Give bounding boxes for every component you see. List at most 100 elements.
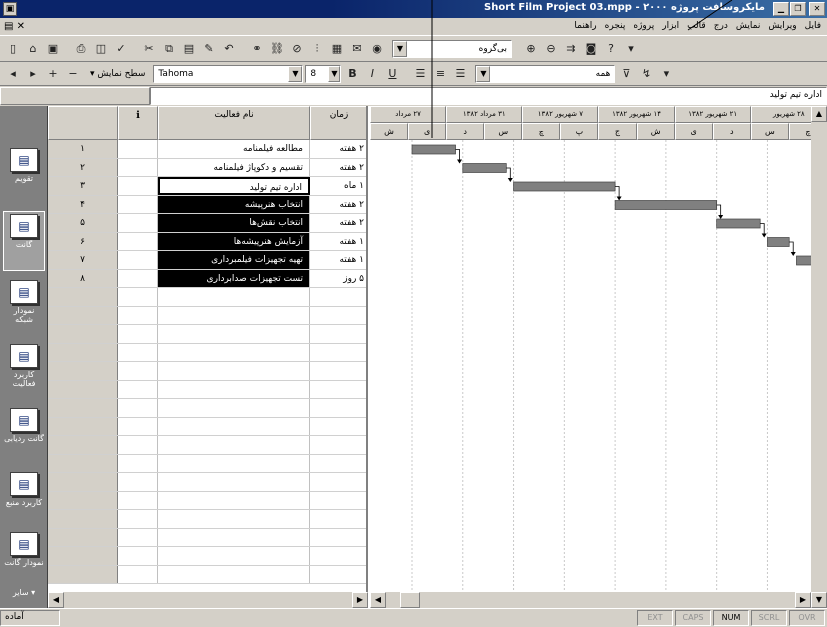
copy-picture-icon[interactable]: ◙ <box>582 40 600 58</box>
table-row[interactable] <box>48 436 366 455</box>
table-row[interactable] <box>48 473 366 492</box>
indent-icon[interactable]: ▸ <box>24 65 42 83</box>
row-id[interactable]: ۱ <box>48 140 118 158</box>
row-duration[interactable] <box>310 307 366 325</box>
paste-icon[interactable]: ▤ <box>180 40 198 58</box>
row-name[interactable]: آزمایش هنرپیشه‌ها <box>158 232 310 250</box>
menu-edit[interactable]: ویرایش <box>768 21 796 31</box>
row-name[interactable] <box>158 473 310 491</box>
row-duration[interactable]: ۱ ماه <box>310 177 366 195</box>
align-left-icon[interactable]: ☰ <box>411 65 429 83</box>
split-task-icon[interactable]: ⫶ <box>308 40 326 58</box>
save-icon[interactable]: ▣ <box>44 40 62 58</box>
menu-view[interactable]: نمایش <box>736 21 760 31</box>
gantt-bar[interactable] <box>716 218 761 229</box>
hyperlink-icon[interactable]: ⚭ <box>248 40 266 58</box>
row-name[interactable] <box>158 306 310 324</box>
table-row[interactable]: ۴ انتخاب هنرپیشه ۲ هفته <box>48 195 366 214</box>
underline-button[interactable]: U <box>383 65 401 83</box>
row-id[interactable] <box>48 491 118 509</box>
go-to-task-icon[interactable]: ⇉ <box>562 40 580 58</box>
table-row[interactable]: ۸ تست تجهیزات صدابرداری ۵ روز <box>48 269 366 288</box>
table-row[interactable] <box>48 565 366 584</box>
italic-button[interactable]: I <box>363 65 381 83</box>
row-duration[interactable]: ۵ روز <box>310 270 366 288</box>
row-id[interactable] <box>48 528 118 546</box>
table-row[interactable] <box>48 528 366 547</box>
row-id[interactable] <box>48 510 118 528</box>
row-id[interactable] <box>48 343 118 361</box>
row-duration[interactable] <box>310 492 366 510</box>
row-duration[interactable]: ۲ هفته <box>310 214 366 232</box>
table-row[interactable] <box>48 510 366 529</box>
view-bar-item[interactable]: ▤ نمودار گانت <box>4 530 44 588</box>
gantt-vscrollbar[interactable]: ▲ ▼ <box>811 106 827 608</box>
row-duration[interactable] <box>310 547 366 565</box>
table-row[interactable] <box>48 325 366 344</box>
row-id[interactable] <box>48 417 118 435</box>
row-id[interactable] <box>48 547 118 565</box>
row-duration[interactable] <box>310 436 366 454</box>
table-row[interactable] <box>48 343 366 362</box>
row-name[interactable] <box>158 528 310 546</box>
gantt-bar[interactable] <box>614 200 718 210</box>
table-row[interactable] <box>48 417 366 436</box>
gantt-bar[interactable] <box>513 181 616 192</box>
table-row[interactable] <box>48 306 366 325</box>
row-name[interactable]: تهیه تجهیزات فیلمبرداری <box>158 251 310 269</box>
row-duration[interactable] <box>310 325 366 343</box>
col-header-name[interactable]: نام فعالیت <box>158 106 310 140</box>
view-bar-item[interactable]: ▤ کاربرد منبع <box>4 470 44 528</box>
row-name[interactable] <box>158 325 310 343</box>
view-bar-item[interactable]: ▤ نمودار شبکه <box>4 278 44 336</box>
row-id[interactable] <box>48 454 118 472</box>
filter-select[interactable]: ▼ همه <box>475 64 616 83</box>
align-right-icon[interactable]: ☰ <box>451 65 469 83</box>
row-name[interactable] <box>158 547 310 565</box>
table-row[interactable] <box>48 454 366 473</box>
select-all-corner[interactable] <box>48 106 118 140</box>
row-id[interactable] <box>48 380 118 398</box>
assign-resources-icon[interactable]: ◉ <box>368 40 386 58</box>
scroll-left-icon[interactable]: ◀ <box>370 592 386 608</box>
hide-subtasks-icon[interactable]: − <box>64 65 82 83</box>
row-id[interactable] <box>48 436 118 454</box>
view-bar-item[interactable]: ▤ گانت <box>3 211 45 271</box>
row-duration[interactable] <box>310 418 366 436</box>
scroll-right-icon[interactable]: ▶ <box>352 592 368 608</box>
open-icon[interactable]: ⌂ <box>24 40 42 58</box>
align-center-icon[interactable]: ≡ <box>431 65 449 83</box>
table-row[interactable] <box>48 491 366 510</box>
unlink-tasks-icon[interactable]: ⊘ <box>288 40 306 58</box>
row-duration[interactable]: ۱ هفته <box>310 251 366 269</box>
table-row[interactable]: ۶ آزمایش هنرپیشه‌ها ۱ هفته <box>48 232 366 251</box>
row-name[interactable] <box>158 436 310 454</box>
row-duration[interactable]: ۲ هفته <box>310 140 366 158</box>
row-duration[interactable] <box>310 399 366 417</box>
gantt-bar[interactable] <box>462 163 507 173</box>
scroll-left-icon[interactable]: ◀ <box>48 592 64 608</box>
task-notes-icon[interactable]: ✉ <box>348 40 366 58</box>
bold-button[interactable]: B <box>343 65 361 83</box>
table-row[interactable]: ۲ تقسیم و دکوپاژ فیلمنامه ۲ هفته <box>48 158 366 177</box>
row-id[interactable] <box>48 399 118 417</box>
row-id[interactable]: ۵ <box>48 214 118 232</box>
row-id[interactable] <box>48 473 118 491</box>
chevron-down-icon[interactable]: ▼ <box>393 40 407 57</box>
row-name[interactable] <box>158 362 310 380</box>
row-name[interactable]: مطالعه فیلمنامه <box>158 140 310 158</box>
row-name[interactable] <box>158 565 310 583</box>
table-row[interactable]: ۱ مطالعه فیلمنامه ۲ هفته <box>48 140 366 159</box>
row-name[interactable] <box>158 491 310 509</box>
row-name[interactable] <box>158 380 310 398</box>
table-row[interactable] <box>48 380 366 399</box>
new-icon[interactable]: ▯ <box>4 40 22 58</box>
spelling-icon[interactable]: ✓ <box>112 40 130 58</box>
row-name[interactable] <box>158 510 310 528</box>
outdent-icon[interactable]: ◂ <box>4 65 22 83</box>
table-row[interactable] <box>48 362 366 381</box>
table-hscrollbar[interactable]: ◀ ▶ <box>48 592 368 608</box>
row-duration[interactable]: ۱ هفته <box>310 233 366 251</box>
row-duration[interactable] <box>310 529 366 547</box>
row-duration[interactable] <box>310 455 366 473</box>
